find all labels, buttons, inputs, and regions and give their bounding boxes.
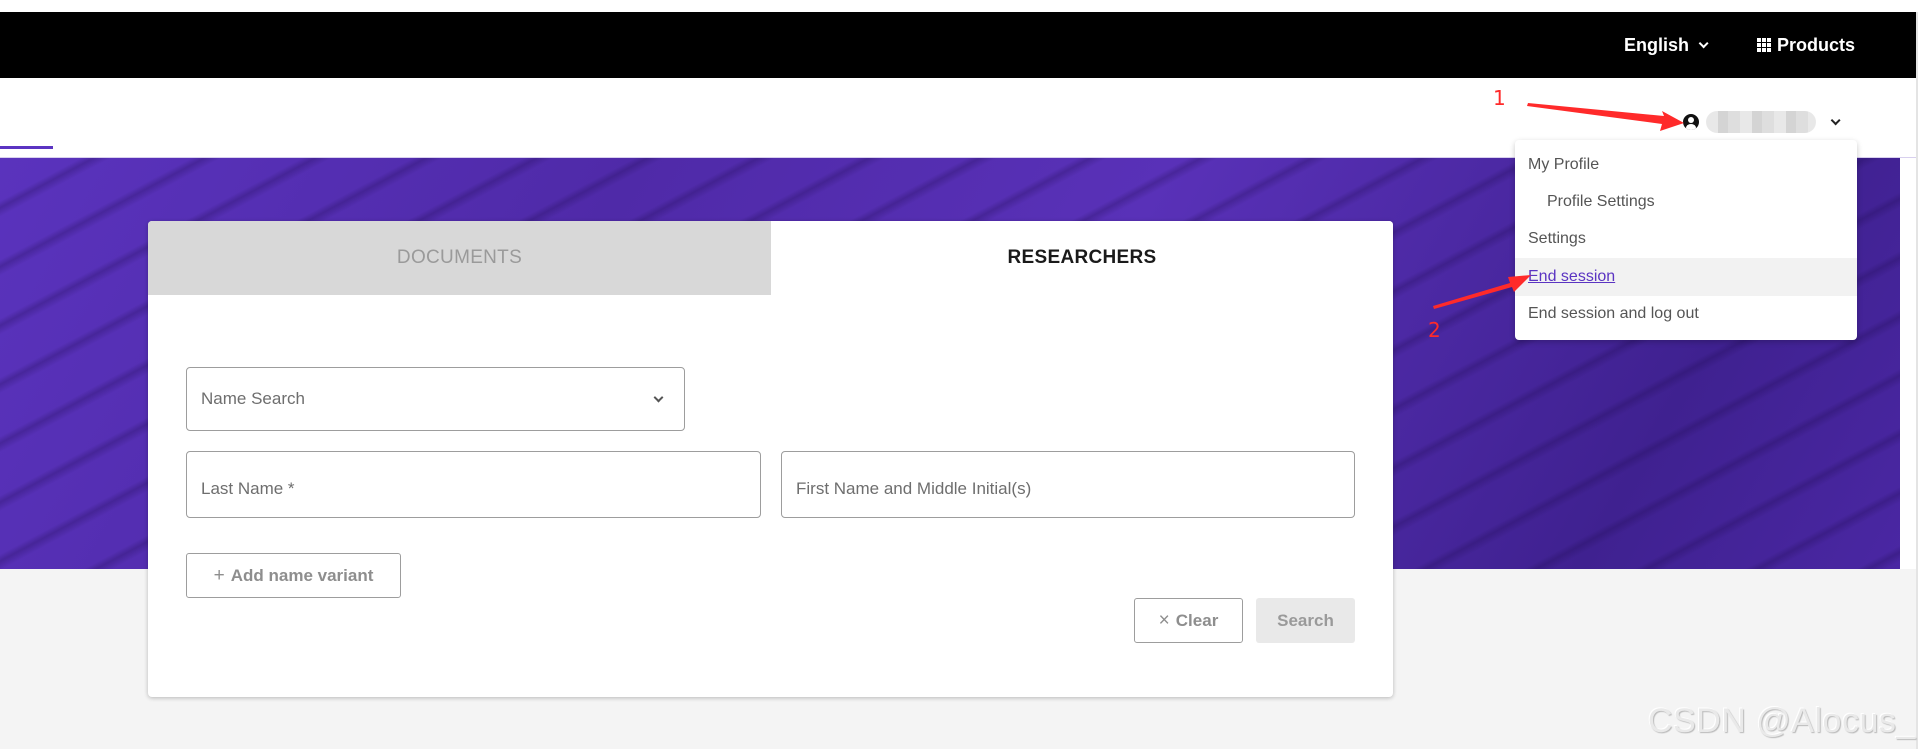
user-account-icon: [1683, 114, 1699, 130]
menu-item-profile-settings[interactable]: Profile Settings: [1515, 183, 1857, 220]
products-label: Products: [1777, 34, 1856, 55]
user-name-redacted: [1706, 111, 1816, 133]
search-card: DOCUMENTS RESEARCHERS Name Search + Add …: [148, 221, 1393, 697]
annotation-step-1: 1: [1493, 86, 1506, 110]
top-bar: English Products: [0, 12, 1916, 78]
menu-item-my-profile[interactable]: My Profile: [1515, 146, 1857, 183]
add-name-variant-button[interactable]: + Add name variant: [186, 553, 401, 598]
plus-icon: +: [213, 564, 225, 586]
user-dropdown-menu: My Profile Profile Settings Settings End…: [1515, 140, 1857, 340]
tab-documents[interactable]: DOCUMENTS: [148, 221, 771, 295]
chevron-down-icon: [1698, 37, 1709, 48]
annotation-step-2: 2: [1428, 318, 1441, 342]
user-menu-toggle[interactable]: [1683, 110, 1841, 134]
language-selector[interactable]: English: [1624, 12, 1709, 78]
menu-item-end-session[interactable]: End session: [1515, 258, 1857, 296]
last-name-field[interactable]: [186, 451, 761, 518]
first-name-input[interactable]: [796, 478, 1354, 499]
search-type-select[interactable]: Name Search: [186, 367, 685, 431]
products-menu-button[interactable]: Products: [1757, 12, 1855, 78]
close-icon: ×: [1158, 609, 1170, 631]
last-name-input[interactable]: [201, 478, 760, 499]
chevron-down-icon: [653, 392, 664, 403]
clear-button[interactable]: × Clear: [1134, 598, 1243, 643]
menu-item-settings[interactable]: Settings: [1515, 221, 1857, 258]
search-button[interactable]: Search: [1256, 598, 1355, 643]
menu-item-end-session-log-out[interactable]: End session and log out: [1515, 296, 1857, 333]
watermark: CSDN @Alocus_: [1648, 702, 1916, 740]
add-name-variant-label: Add name variant: [230, 565, 374, 585]
grid-icon: [1757, 38, 1771, 52]
language-label: English: [1624, 34, 1690, 55]
search-type-value: Name Search: [201, 389, 305, 408]
clear-label: Clear: [1175, 610, 1219, 630]
active-nav-indicator: [0, 146, 53, 149]
tab-label: RESEARCHERS: [1007, 247, 1157, 268]
tab-label: DOCUMENTS: [396, 247, 523, 268]
search-label: Search: [1277, 610, 1334, 630]
tab-researchers[interactable]: RESEARCHERS: [771, 221, 1393, 295]
first-name-field[interactable]: [781, 451, 1355, 518]
